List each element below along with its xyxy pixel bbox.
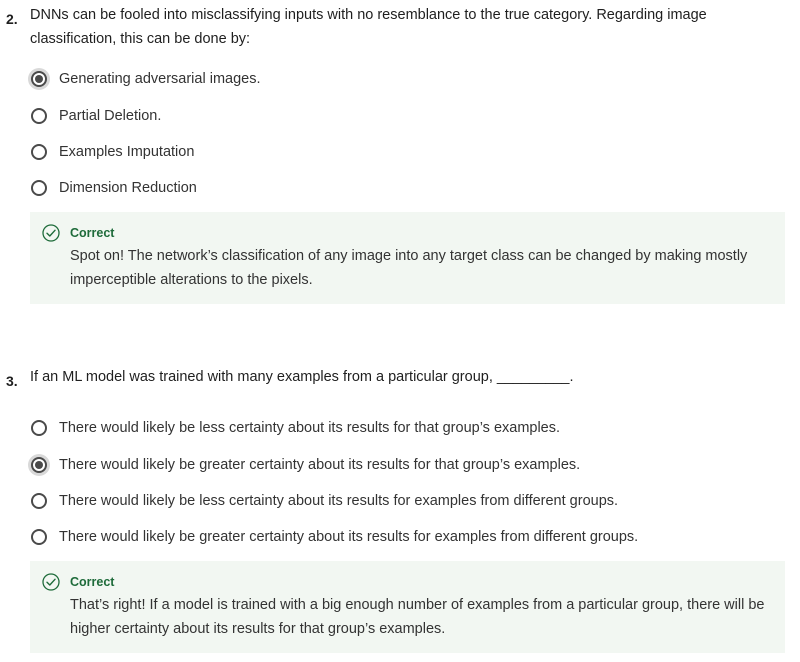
feedback-box: Correct That’s right! If a model is trai…	[30, 561, 785, 653]
option-greater-certainty-different-groups[interactable]: There would likely be greater certainty …	[28, 525, 638, 549]
option-label: There would likely be less certainty abo…	[59, 420, 561, 436]
option-examples-imputation[interactable]: Examples Imputation	[28, 140, 194, 164]
radio-button[interactable]	[28, 417, 50, 439]
check-circle-icon	[42, 573, 60, 591]
feedback-text: Spot on! The network’s classification of…	[70, 248, 748, 288]
radio-button[interactable]	[28, 490, 50, 512]
radio-button[interactable]	[28, 105, 50, 127]
option-label: Partial Deletion.	[59, 108, 162, 124]
option-partial-deletion[interactable]: Partial Deletion.	[28, 104, 161, 128]
option-less-certainty-different-groups[interactable]: There would likely be less certainty abo…	[28, 489, 618, 513]
option-greater-certainty-same-group[interactable]: There would likely be greater certainty …	[28, 453, 580, 477]
option-label: There would likely be greater certainty …	[59, 457, 581, 473]
feedback-status: Correct	[70, 575, 115, 589]
question-number: 3.	[6, 373, 18, 389]
feedback-box: Correct Spot on! The network’s classific…	[30, 212, 785, 304]
feedback-status: Correct	[70, 226, 115, 240]
option-label: Generating adversarial images.	[59, 71, 261, 87]
option-label: There would likely be less certainty abo…	[59, 493, 619, 509]
option-label: There would likely be greater certainty …	[59, 529, 639, 545]
radio-button[interactable]	[28, 177, 50, 199]
question-number: 2.	[6, 11, 18, 27]
radio-button[interactable]	[28, 141, 50, 163]
option-dimension-reduction[interactable]: Dimension Reduction	[28, 176, 197, 200]
radio-button[interactable]	[28, 526, 50, 548]
option-less-certainty-same-group[interactable]: There would likely be less certainty abo…	[28, 416, 560, 440]
option-generating-adversarial-images[interactable]: Generating adversarial images.	[28, 67, 261, 91]
question-text: DNNs can be fooled into misclassifying i…	[30, 7, 707, 47]
feedback-text: That’s right! If a model is trained with…	[70, 597, 765, 637]
radio-button-selected[interactable]	[28, 454, 50, 476]
question-text: If an ML model was trained with many exa…	[30, 369, 574, 385]
check-circle-icon	[42, 224, 60, 242]
option-label: Dimension Reduction	[59, 180, 197, 196]
option-label: Examples Imputation	[59, 144, 195, 160]
radio-button-selected[interactable]	[28, 68, 50, 90]
